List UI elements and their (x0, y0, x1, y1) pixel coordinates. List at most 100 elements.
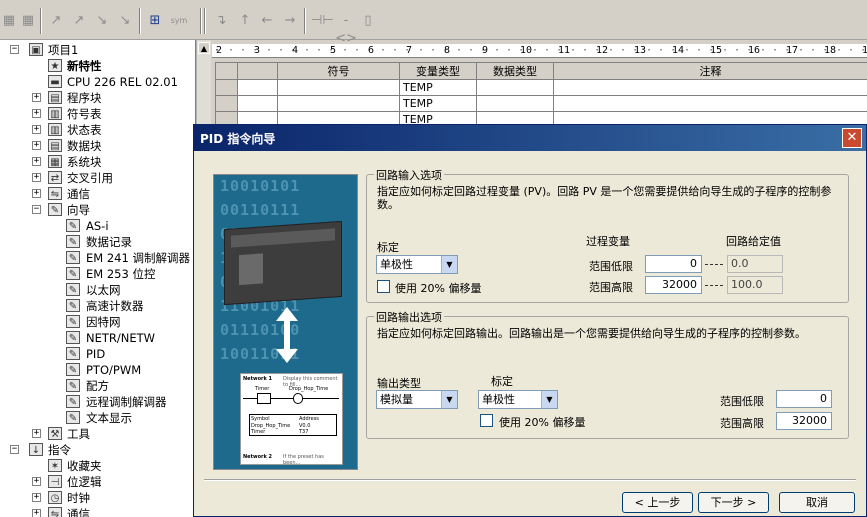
output-low-input[interactable]: 0 (776, 390, 832, 408)
collapse-icon[interactable]: − (10, 445, 19, 454)
tree-item[interactable]: 数据记录 (86, 234, 132, 250)
expand-icon[interactable]: + (32, 477, 41, 486)
expand-icon[interactable]: + (32, 109, 41, 118)
tree-item[interactable]: EM 241 调制解调器 (86, 250, 190, 266)
tree-item[interactable]: 系统块 (67, 154, 102, 170)
tree-item[interactable]: 程序块 (67, 90, 102, 106)
tree-item-project[interactable]: 项目1 (48, 42, 78, 58)
pv-low-input[interactable]: 0 (645, 255, 702, 273)
tree-item[interactable]: EM 253 位控 (86, 266, 155, 282)
table-cell[interactable] (476, 95, 554, 112)
button-separator (204, 479, 856, 481)
expand-icon[interactable]: + (32, 141, 41, 150)
tree-item[interactable]: 位逻辑 (67, 474, 102, 490)
tree-item[interactable]: 工具 (67, 426, 90, 442)
tree-item[interactable]: AS-i (86, 218, 109, 234)
table-cell[interactable] (476, 79, 554, 96)
table-cell[interactable] (277, 79, 400, 96)
header-symbol: 符号 (277, 62, 400, 80)
expand-icon[interactable]: + (32, 189, 41, 198)
collapse-icon[interactable]: − (10, 45, 19, 54)
network-comment: If the preset has been... (283, 454, 324, 465)
tree-item[interactable]: 通信 (67, 506, 90, 517)
expand-icon[interactable]: + (32, 429, 41, 438)
clock-icon: ◷ (48, 491, 62, 504)
tree-item[interactable]: 因特网 (86, 314, 121, 330)
expand-icon[interactable]: + (32, 125, 41, 134)
expand-icon[interactable]: + (32, 93, 41, 102)
output-high-input[interactable]: 32000 (776, 412, 832, 430)
line-up-icon[interactable]: ↑ (236, 12, 254, 30)
pv-high-input[interactable]: 32000 (645, 276, 702, 294)
tree-item[interactable]: 符号表 (67, 106, 102, 122)
sp-header: 回路给定值 (726, 235, 781, 248)
toolbar-separator (200, 8, 202, 34)
tree-item[interactable]: NETR/NETW (86, 330, 155, 346)
sp-low-readout: 0.0 (727, 255, 783, 273)
symbol-icon[interactable]: sym (168, 12, 190, 30)
wizard-item-icon: ✎ (66, 379, 80, 392)
tree-item[interactable]: 配方 (86, 378, 109, 394)
ladder-program-card: Network 1 Display this comment to fill..… (240, 373, 343, 465)
tree-item[interactable]: CPU 226 REL 02.01 (67, 74, 178, 90)
scroll-up-icon[interactable]: ▲ (198, 42, 210, 54)
table-cell[interactable]: TEMP (399, 95, 477, 112)
tree-item[interactable]: 文本显示 (86, 410, 132, 426)
toggle-fbd-icon[interactable]: ↘ (116, 12, 134, 30)
compile-icon[interactable]: ▦ (0, 12, 18, 30)
tree-item[interactable]: 高速计数器 (86, 298, 144, 314)
tree-item[interactable]: 指令 (48, 442, 71, 458)
expand-icon[interactable]: + (32, 173, 41, 182)
table-cell[interactable] (553, 79, 867, 96)
collapse-icon[interactable]: − (32, 205, 41, 214)
tree-item[interactable]: 收藏夹 (67, 458, 102, 474)
coil-ins-icon[interactable]: -<> (335, 12, 357, 46)
dialog-titlebar[interactable]: PID 指令向导 ✕ (194, 125, 866, 151)
tree-item[interactable]: PTO/PWM (86, 362, 141, 378)
tree-item[interactable]: 向导 (67, 202, 90, 218)
toggle-ladder-icon[interactable]: ↘ (93, 12, 111, 30)
output-offset-checkbox[interactable] (480, 414, 493, 427)
line-left-icon[interactable]: ← (258, 12, 276, 30)
tree-item[interactable]: 新特性 (67, 58, 102, 74)
contact-ins-icon[interactable]: ⊣⊢ (311, 12, 334, 30)
chevron-down-icon: ▼ (541, 391, 557, 408)
input-scaling-select[interactable]: 单极性 ▼ (376, 255, 458, 274)
tree-item[interactable]: 数据块 (67, 138, 102, 154)
expand-icon[interactable]: + (32, 493, 41, 502)
output-type-select[interactable]: 模拟量 ▼ (376, 390, 458, 409)
tree-item[interactable]: 通信 (67, 186, 90, 202)
box-ins-icon[interactable]: ▯ (359, 12, 377, 30)
table-row[interactable]: TEMP (215, 79, 867, 96)
table-cell[interactable] (553, 95, 867, 112)
delete-network-icon[interactable]: ↗ (70, 12, 88, 30)
binary-text: 00110111 (220, 201, 301, 219)
line-right-icon[interactable]: → (281, 12, 299, 30)
wizard-illustration: 10010101 00110111 01101001 10110011 0101… (213, 174, 358, 470)
back-button[interactable]: < 上一步 (622, 492, 693, 513)
ruler-label: 14 (672, 45, 685, 56)
chevron-down-icon: ▼ (441, 391, 457, 408)
cancel-button[interactable]: 取消 (779, 492, 855, 513)
tree-item[interactable]: PID (86, 346, 105, 362)
monitor-icon[interactable]: ⊞ (146, 12, 164, 30)
table-row[interactable]: TEMP (215, 95, 867, 112)
tree-item[interactable]: 时钟 (67, 490, 90, 506)
expand-icon[interactable]: + (32, 509, 41, 517)
tree-item[interactable]: 状态表 (67, 122, 102, 138)
line-down-icon[interactable]: ↴ (212, 12, 230, 30)
next-button[interactable]: 下一步 > (698, 492, 769, 513)
tree-item[interactable]: 远程调制解调器 (86, 394, 167, 410)
tree-item[interactable]: 以太网 (86, 282, 121, 298)
ruler-label: 5 (330, 45, 337, 56)
input-offset-checkbox[interactable] (377, 280, 390, 293)
close-button[interactable]: ✕ (842, 128, 862, 148)
output-scaling-select[interactable]: 单极性 ▼ (478, 390, 558, 409)
compile-all-icon[interactable]: ▦ (19, 12, 37, 30)
insert-network-icon[interactable]: ↗ (47, 12, 65, 30)
table-cell[interactable] (277, 95, 400, 112)
tree-item[interactable]: 交叉引用 (67, 170, 113, 186)
table-cell[interactable]: TEMP (399, 79, 477, 96)
range-dash (705, 285, 723, 286)
expand-icon[interactable]: + (32, 157, 41, 166)
